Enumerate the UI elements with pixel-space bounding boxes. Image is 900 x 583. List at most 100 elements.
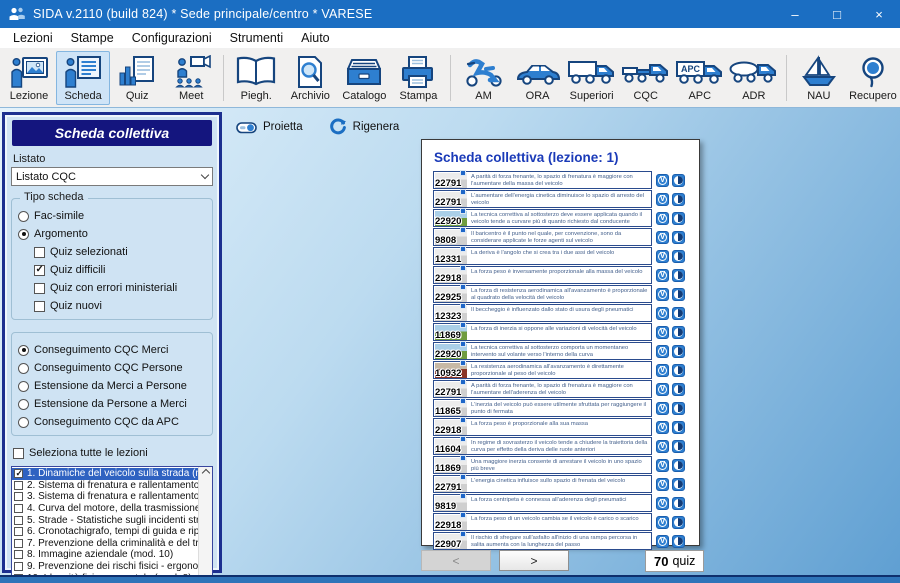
toolbar-button-cqc[interactable]: CQC: [619, 51, 673, 105]
toolbar-button-piegh[interactable]: Piegh.: [229, 51, 283, 105]
scroll-up-icon[interactable]: [201, 469, 209, 477]
quiz-question-box[interactable]: 22918 La forza peso è inversamente propo…: [433, 266, 652, 284]
lesson-item[interactable]: 6. Cronotachigrafo, tempi di guida e rip…: [12, 526, 198, 538]
quiz-question-box[interactable]: 9819 La forza centripeta è connessa all'…: [433, 494, 652, 512]
course-radio-option[interactable]: Estensione da Persone a Merci: [18, 395, 206, 413]
quiz-filter-checkbox[interactable]: Quiz con errori ministeriali: [34, 279, 206, 297]
proietta-button[interactable]: Proietta: [236, 120, 303, 135]
vero-button[interactable]: V: [656, 402, 669, 415]
quiz-question-box[interactable]: 10932 La resistenza aerodinamica all'ava…: [433, 361, 652, 379]
falso-button[interactable]: [672, 250, 685, 263]
lesson-item[interactable]: 2. Sistema di frenatura e rallentamento …: [12, 480, 198, 492]
vero-button[interactable]: V: [656, 459, 669, 472]
toolbar-button-catalogo[interactable]: Catalogo: [337, 51, 391, 105]
falso-button[interactable]: [672, 364, 685, 377]
vero-button[interactable]: V: [656, 193, 669, 206]
vero-button[interactable]: V: [656, 212, 669, 225]
course-radio-option[interactable]: Conseguimento CQC Merci: [18, 341, 206, 359]
toolbar-button-superiori[interactable]: Superiori: [565, 51, 619, 105]
toolbar-button-archivio[interactable]: Archivio: [283, 51, 337, 105]
vero-button[interactable]: V: [656, 288, 669, 301]
falso-button[interactable]: [672, 174, 685, 187]
quiz-question-box[interactable]: 22791 A parità di forza frenante, lo spa…: [433, 171, 652, 189]
vero-button[interactable]: V: [656, 497, 669, 510]
vero-button[interactable]: V: [656, 345, 669, 358]
rigenera-button[interactable]: Rigenera: [329, 118, 400, 136]
vero-button[interactable]: V: [656, 383, 669, 396]
lesson-item[interactable]: 7. Prevenzione della criminalità e del t…: [12, 538, 198, 550]
vero-button[interactable]: V: [656, 326, 669, 339]
quiz-filter-checkbox[interactable]: Quiz selezionati: [34, 243, 206, 261]
toolbar-button-adr[interactable]: ADR: [727, 51, 781, 105]
toolbar-button-stampa[interactable]: Stampa: [391, 51, 445, 105]
quiz-question-box[interactable]: 22918 La forza peso è proporzionale alla…: [433, 418, 652, 436]
toolbar-button-nau[interactable]: NAU: [792, 51, 846, 105]
lesson-item[interactable]: 5. Strade - Statistiche sugli incidenti …: [12, 514, 198, 526]
falso-button[interactable]: [672, 478, 685, 491]
falso-button[interactable]: [672, 535, 685, 548]
course-radio-option[interactable]: Conseguimento CQC da APC: [18, 413, 206, 431]
tipo-radio-option[interactable]: Argomento: [18, 225, 206, 243]
menu-lezioni[interactable]: Lezioni: [4, 31, 62, 45]
falso-button[interactable]: [672, 402, 685, 415]
quiz-question-box[interactable]: 22920 La tecnica correttiva al sottoster…: [433, 209, 652, 227]
falso-button[interactable]: [672, 516, 685, 529]
falso-button[interactable]: [672, 212, 685, 225]
vero-button[interactable]: V: [656, 535, 669, 548]
toolbar-button-scheda[interactable]: Scheda: [56, 51, 110, 105]
next-page-button[interactable]: >: [499, 550, 569, 571]
toolbar-button-meet[interactable]: Meet: [164, 51, 218, 105]
falso-button[interactable]: [672, 288, 685, 301]
vero-button[interactable]: V: [656, 478, 669, 491]
quiz-question-box[interactable]: 11865 L'inerzia del veicolo può essere u…: [433, 399, 652, 417]
quiz-question-box[interactable]: 12331 La deriva è l'angolo che si crea t…: [433, 247, 652, 265]
lesson-item[interactable]: 4. Curva del motore, della trasmissione …: [12, 503, 198, 515]
quiz-question-box[interactable]: 22907 Il rischio di sfregare sull'asfalt…: [433, 532, 652, 550]
falso-button[interactable]: [672, 421, 685, 434]
falso-button[interactable]: [672, 307, 685, 320]
previous-page-button[interactable]: <: [421, 550, 491, 571]
menu-stampe[interactable]: Stampe: [62, 31, 123, 45]
toolbar-button-lezione[interactable]: Lezione: [2, 51, 56, 105]
vertical-scrollbar[interactable]: [198, 467, 212, 583]
falso-button[interactable]: [672, 497, 685, 510]
quiz-question-box[interactable]: 22791 L'aumentare dell'energia cinetica …: [433, 190, 652, 208]
lesson-item[interactable]: 1. Dinamiche del veicolo sulla strada (m…: [12, 468, 198, 480]
vero-button[interactable]: V: [656, 516, 669, 529]
toolbar-button-am[interactable]: AM: [456, 51, 510, 105]
falso-button[interactable]: [672, 193, 685, 206]
quiz-question-box[interactable]: 22925 La forza di resistenza aerodinamic…: [433, 285, 652, 303]
lesson-item[interactable]: 8. Immagine aziendale (mod. 10): [12, 549, 198, 561]
listato-combobox[interactable]: Listato CQC: [11, 167, 213, 186]
minimize-button[interactable]: –: [774, 0, 816, 28]
quiz-question-box[interactable]: 11869 Una maggiore inerzia consente di a…: [433, 456, 652, 474]
falso-button[interactable]: [672, 326, 685, 339]
vero-button[interactable]: V: [656, 174, 669, 187]
falso-button[interactable]: [672, 345, 685, 358]
falso-button[interactable]: [672, 440, 685, 453]
course-radio-option[interactable]: Estensione da Merci a Persone: [18, 377, 206, 395]
vero-button[interactable]: V: [656, 421, 669, 434]
vero-button[interactable]: V: [656, 231, 669, 244]
course-radio-option[interactable]: Conseguimento CQC Persone: [18, 359, 206, 377]
maximize-button[interactable]: □: [816, 0, 858, 28]
toolbar-button-quiz[interactable]: Quiz: [110, 51, 164, 105]
toolbar-button-ora[interactable]: ORA: [511, 51, 565, 105]
vero-button[interactable]: V: [656, 269, 669, 282]
falso-button[interactable]: [672, 269, 685, 282]
vero-button[interactable]: V: [656, 440, 669, 453]
tipo-radio-option[interactable]: Fac-simile: [18, 207, 206, 225]
close-button[interactable]: ×: [858, 0, 900, 28]
quiz-question-box[interactable]: 9808 Il baricentro è il punto nel quale,…: [433, 228, 652, 246]
quiz-question-box[interactable]: 11869 La forza di inerzia si oppone alle…: [433, 323, 652, 341]
quiz-question-box[interactable]: 22918 La forza peso di un veicolo cambia…: [433, 513, 652, 531]
quiz-question-box[interactable]: 22791 A parità di forza frenante, lo spa…: [433, 380, 652, 398]
falso-button[interactable]: [672, 459, 685, 472]
quiz-filter-checkbox[interactable]: Quiz nuovi: [34, 297, 206, 315]
vero-button[interactable]: V: [656, 364, 669, 377]
menu-strumenti[interactable]: Strumenti: [221, 31, 293, 45]
menu-configurazioni[interactable]: Configurazioni: [123, 31, 221, 45]
quiz-question-box[interactable]: 22920 La tecnica correttiva al sottoster…: [433, 342, 652, 360]
select-all-lessons-checkbox[interactable]: Seleziona tutte le lezioni: [13, 444, 211, 462]
toolbar-button-recupero[interactable]: Recupero: [846, 51, 900, 105]
